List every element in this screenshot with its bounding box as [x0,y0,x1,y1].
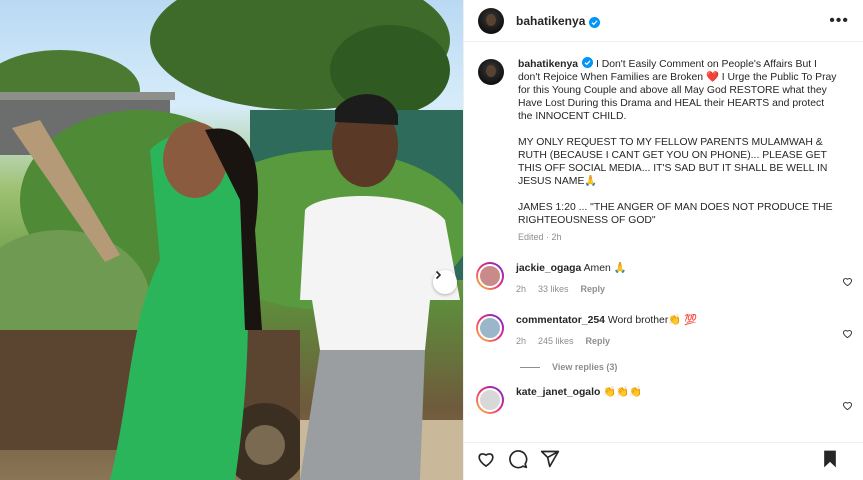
comment-likes[interactable]: 33 likes [538,284,569,294]
caption-paragraph-2: MY ONLY REQUEST TO MY FELLOW PARENTS MUL… [518,137,831,187]
reply-button[interactable]: Reply [586,336,611,346]
avatar[interactable] [476,386,504,414]
verified-badge-icon [589,15,601,28]
post-header: bahatikenya ••• [464,0,863,42]
post-side-panel: bahatikenya ••• bahatikenya I Don't Easi… [463,0,863,480]
heart-icon[interactable] [842,398,853,411]
heart-icon[interactable] [842,274,853,287]
comment-item: commentator_254 Word brother👏 💯 2h 245 li… [464,314,863,348]
comment-text: Word brother👏 💯 [607,315,698,326]
caption-username[interactable]: bahatikenya [518,59,578,70]
caption-meta: Edited · 2h [518,232,562,242]
more-horizontal-icon[interactable]: ••• [829,12,849,29]
comment-username[interactable]: commentator_254 [516,315,605,326]
post-photo-scene [0,0,463,480]
comment-time: 2h [516,284,527,294]
caption-avatar[interactable] [478,59,504,85]
comment-username[interactable]: kate_janet_ogalo [516,387,600,398]
verified-badge-icon [582,57,594,68]
divider [520,366,540,368]
post-photo[interactable] [0,0,463,480]
caption-paragraph-3: JAMES 1:20 ... "THE ANGER OF MAN DOES NO… [518,202,836,226]
bookmark-icon[interactable] [821,449,851,474]
comment-text: 👏👏👏 [603,387,643,398]
post-username[interactable]: bahatikenya [516,14,585,28]
comment-item: jackie_ogaga Amen 🙏 2h 33 likes Reply [464,262,863,296]
comment-item: kate_janet_ogalo 👏👏👏 [464,386,863,414]
post-action-bar [464,442,863,480]
comment-likes[interactable]: 245 likes [538,336,574,346]
post-caption: bahatikenya I Don't Easily Comment on Pe… [464,43,863,244]
avatar[interactable] [476,314,504,342]
heart-icon[interactable] [476,449,508,474]
view-replies-label: View replies (3) [552,362,618,372]
caption-paragraph-1: bahatikenya I Don't Easily Comment on Pe… [518,57,838,123]
avatar[interactable] [478,7,504,34]
next-photo-button[interactable] [433,270,457,294]
comment-time: 2h [516,336,527,346]
heart-icon[interactable] [842,326,853,339]
view-replies-button[interactable]: View replies (3) [520,362,863,372]
comments-scroll-area[interactable]: bahatikenya I Don't Easily Comment on Pe… [464,43,863,442]
avatar[interactable] [476,262,504,290]
share-icon[interactable] [540,449,572,474]
comment-text: Amen 🙏 [583,263,627,274]
reply-button[interactable]: Reply [581,284,606,294]
comment-icon[interactable] [508,449,540,474]
comment-username[interactable]: jackie_ogaga [516,263,581,274]
